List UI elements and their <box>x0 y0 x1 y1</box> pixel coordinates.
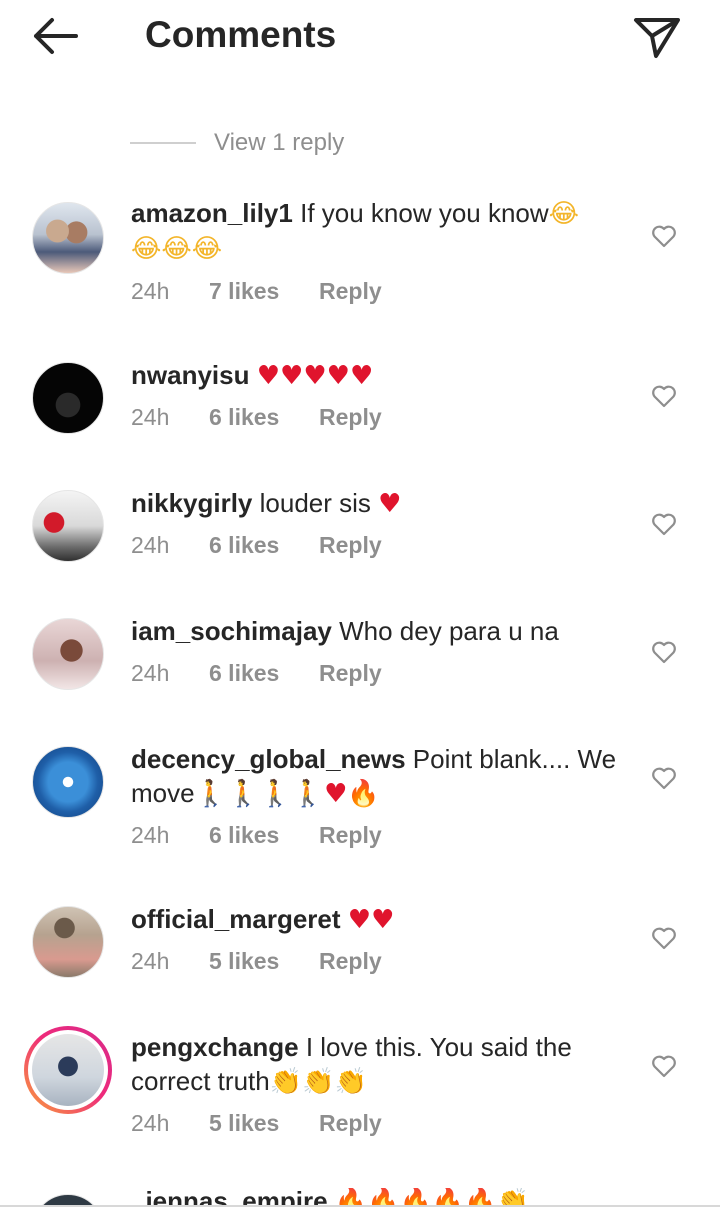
story-ring <box>28 1030 108 1110</box>
comment-likes[interactable]: 6 likes <box>209 822 319 849</box>
comment-time: 24h <box>131 948 170 974</box>
reply-button[interactable]: Reply <box>319 532 382 559</box>
comment-likes[interactable]: 6 likes <box>209 660 319 687</box>
comment-text: iam_sochimajay Who dey para u na <box>131 614 621 648</box>
comment-username[interactable]: amazon_lily1 <box>131 198 293 228</box>
like-heart-icon[interactable] <box>650 222 678 250</box>
comment-time: 24h <box>131 532 170 558</box>
comment-text: nikkygirly louder sis ♥ <box>131 486 621 521</box>
comment-username[interactable]: official_margeret <box>131 904 341 934</box>
comment-likes[interactable]: 5 likes <box>209 948 319 975</box>
comment-username[interactable]: _jennas_empire <box>131 1188 328 1206</box>
comment-text: nwanyisu ♥♥♥♥♥ <box>131 358 621 393</box>
comment-meta: 24h 6 likes Reply <box>131 660 382 687</box>
reply-button[interactable]: Reply <box>319 660 382 687</box>
comment-meta: 24h 5 likes Reply <box>131 948 382 975</box>
comment-time: 24h <box>131 660 170 686</box>
comment-item: _jennas_empire 🔥🔥🔥🔥🔥👏 <box>0 1188 720 1206</box>
bottom-divider <box>0 1205 720 1207</box>
comment-meta: 24h 6 likes Reply <box>131 822 382 849</box>
comment-username[interactable]: iam_sochimajay <box>131 616 332 646</box>
view-replies-button[interactable]: View 1 reply <box>130 126 344 160</box>
view-replies-label: View 1 reply <box>214 129 345 156</box>
comment-text: pengxchange I love this. You said the co… <box>131 1030 621 1099</box>
top-bar: Comments <box>0 0 720 72</box>
comment-text: official_margeret ♥♥ <box>131 902 621 937</box>
like-heart-icon[interactable] <box>650 382 678 410</box>
reply-button[interactable]: Reply <box>319 278 382 305</box>
comment-time: 24h <box>131 404 170 430</box>
back-arrow-icon[interactable] <box>28 14 84 58</box>
comment-body: louder sis <box>259 488 371 518</box>
reply-button[interactable]: Reply <box>319 948 382 975</box>
like-heart-icon[interactable] <box>650 1052 678 1080</box>
reply-button[interactable]: Reply <box>319 1110 382 1137</box>
page-title: Comments <box>145 14 337 55</box>
red-heart-emoji-icon: ♥ <box>378 489 402 519</box>
red-heart-emoji-icon: ♥ <box>324 779 348 809</box>
direct-send-icon[interactable] <box>628 10 684 62</box>
fire-emoji-icon: 🔥 <box>347 779 380 809</box>
comment-text: _jennas_empire 🔥🔥🔥🔥🔥👏 <box>131 1188 621 1206</box>
reply-button[interactable]: Reply <box>319 822 382 849</box>
comment-meta: 24h 7 likes Reply <box>131 278 382 305</box>
comment-username[interactable]: decency_global_news <box>131 744 406 774</box>
reply-thread-line <box>130 142 196 144</box>
avatar[interactable] <box>32 362 104 434</box>
comment-likes[interactable]: 6 likes <box>209 532 319 559</box>
comment-meta: 24h 5 likes Reply <box>131 1110 382 1137</box>
like-heart-icon[interactable] <box>650 510 678 538</box>
comment-likes[interactable]: 6 likes <box>209 404 319 431</box>
avatar[interactable] <box>32 746 104 818</box>
comment-username[interactable]: nikkygirly <box>131 488 252 518</box>
like-heart-icon[interactable] <box>650 924 678 952</box>
red-heart-emoji-icon: ♥♥♥♥♥ <box>256 361 374 391</box>
reply-button[interactable]: Reply <box>319 404 382 431</box>
laughing-emoji-icon: 😂😂😂 <box>131 234 223 264</box>
comment-username[interactable]: nwanyisu <box>131 360 249 390</box>
like-heart-icon[interactable] <box>650 638 678 666</box>
avatar[interactable] <box>32 202 104 274</box>
comment-meta: 24h 6 likes Reply <box>131 532 382 559</box>
comment-time: 24h <box>131 822 170 848</box>
comment-text: amazon_lily1 If you know you know😂 😂😂😂 <box>131 196 621 266</box>
avatar[interactable] <box>32 906 104 978</box>
comment-likes[interactable]: 5 likes <box>209 1110 319 1137</box>
comment-body: If you know you know <box>300 198 549 228</box>
comment-time: 24h <box>131 1110 170 1136</box>
avatar[interactable] <box>32 618 104 690</box>
avatar[interactable] <box>24 1026 112 1114</box>
avatar-photo <box>32 1034 104 1106</box>
comment-meta: 24h 6 likes Reply <box>131 404 382 431</box>
walking-person-emoji-icon: 🚶🚶🚶🚶 <box>194 779 325 809</box>
red-heart-emoji-icon: ♥♥ <box>347 905 395 935</box>
comment-text: decency_global_news Point blank.... We m… <box>131 742 621 811</box>
fire-emoji-icon: 🔥🔥🔥🔥🔥👏 <box>334 1188 530 1206</box>
comment-body: Who dey para u na <box>339 616 559 646</box>
clapping-hands-emoji-icon: 👏👏👏 <box>269 1067 367 1097</box>
comment-time: 24h <box>131 278 170 304</box>
laughing-emoji-icon: 😂 <box>548 199 580 229</box>
comment-username[interactable]: pengxchange <box>131 1032 299 1062</box>
avatar[interactable] <box>32 490 104 562</box>
comment-likes[interactable]: 7 likes <box>209 278 319 305</box>
like-heart-icon[interactable] <box>650 764 678 792</box>
